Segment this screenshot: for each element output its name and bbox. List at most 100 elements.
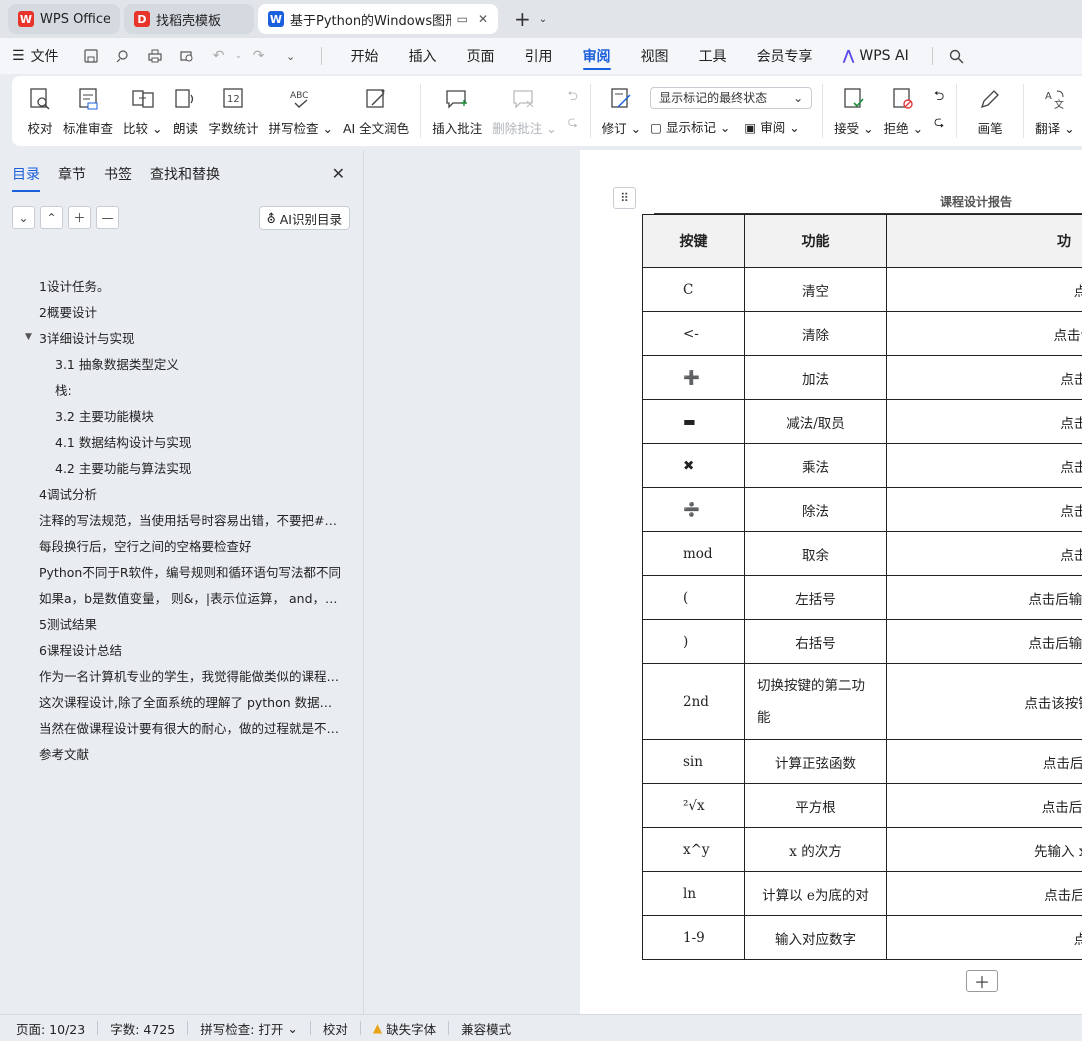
accept-button[interactable]: 接受 ⌄ (829, 81, 878, 141)
description-cell[interactable]: 点击后输入”)”,用于混 (886, 619, 1082, 664)
function-cell[interactable]: 除法 (744, 487, 887, 532)
word-count-indicator[interactable]: 字数: 4725 (110, 1019, 187, 1038)
key-cell[interactable]: ✖ (642, 443, 745, 488)
standard-review-button[interactable]: 标准审查 (58, 81, 118, 141)
function-cell[interactable]: 减法/取员 (744, 399, 887, 444)
function-cell[interactable]: 加法 (744, 355, 887, 400)
toc-item[interactable]: 6课程设计总结 (0, 636, 364, 662)
toc-item[interactable]: 注释的写法规范，当使用括号时容易出错，不要把#放在括号里 (0, 506, 364, 532)
proofread-button[interactable]: 校对 (22, 81, 58, 141)
key-cell[interactable]: ln (642, 871, 745, 916)
tab-wps-office[interactable]: W WPS Office (8, 4, 120, 34)
description-cell[interactable]: 点击后输入”(”,用于混 (886, 575, 1082, 620)
toc-item[interactable]: Python不同于R软件，编号规则和循环语句写法都不同 (0, 558, 364, 584)
save-icon[interactable] (83, 48, 99, 64)
key-cell[interactable]: <- (642, 311, 745, 356)
function-cell[interactable]: 乘法 (744, 443, 887, 488)
close-icon[interactable]: ✕ (332, 164, 345, 183)
function-cell[interactable]: 右括号 (744, 619, 887, 664)
function-cell[interactable]: 左括号 (744, 575, 887, 620)
expand-all-icon[interactable]: ⌄ (12, 206, 35, 229)
review-pane-button[interactable]: ▣ 审阅 ⌄ (744, 117, 799, 136)
compare-button[interactable]: 比较 ⌄ (118, 81, 167, 141)
menu-review[interactable]: 审阅 (568, 38, 626, 74)
description-cell[interactable]: 点击该 (886, 267, 1082, 312)
key-cell[interactable]: 2nd (642, 663, 745, 740)
key-cell[interactable]: ➕ (642, 355, 745, 400)
toc-item[interactable]: 每段换行后，空行之间的空格要检查好 (0, 532, 364, 558)
delete-comment-button[interactable]: 删除批注 ⌄ (487, 81, 561, 141)
toc-item[interactable]: 参考文献 (0, 740, 364, 766)
menu-tools[interactable]: 工具 (684, 38, 742, 74)
spell-check-status[interactable]: 拼写检查: 打开 ⌄ (200, 1019, 310, 1038)
function-cell[interactable]: 计算以 e为底的对 (744, 871, 887, 916)
function-cell[interactable]: 切换按键的第二功能 (744, 663, 887, 740)
insert-comment-button[interactable]: 插入批注 (427, 81, 487, 141)
key-cell[interactable]: C (642, 267, 745, 312)
key-cell[interactable]: ▬ (642, 399, 745, 444)
remove-heading-icon[interactable]: — (96, 206, 119, 229)
toc-item[interactable]: 这次课程设计,除了全面系统的理解了 python 数据结构的基本知识 (0, 688, 364, 714)
function-cell[interactable]: x 的次方 (744, 827, 887, 872)
description-cell[interactable]: 点击该键清除 (886, 311, 1082, 356)
key-cell[interactable]: ➗ (642, 487, 745, 532)
print-preview-icon[interactable] (179, 48, 195, 64)
nav-tab-find-replace[interactable]: 查找和替换 (150, 164, 220, 192)
description-cell[interactable]: 点击后输入 sqrt( (886, 783, 1082, 828)
key-cell[interactable]: x^y (642, 827, 745, 872)
ai-polish-button[interactable]: AI 全文润色 (338, 81, 414, 141)
menu-page[interactable]: 页面 (452, 38, 510, 74)
toc-item[interactable]: 栈: (0, 376, 364, 402)
key-cell[interactable]: ) (642, 619, 745, 664)
menu-member[interactable]: 会员专享 (742, 38, 828, 74)
revise-button[interactable]: 修订 ⌄ (597, 81, 646, 141)
nav-tab-toc[interactable]: 目录 (12, 164, 40, 192)
pen-button[interactable]: 画笔 (963, 81, 1017, 141)
file-menu[interactable]: ☰ 文件 (12, 46, 59, 66)
nav-tab-bookmarks[interactable]: 书签 (104, 164, 132, 192)
tab-templates[interactable]: D 找稻壳模板 (124, 4, 254, 34)
word-count-button[interactable]: 12 字数统计 (203, 81, 263, 141)
chevron-down-icon[interactable]: ⌄ (539, 14, 547, 25)
undo-dropdown-icon[interactable]: ⌄ (235, 48, 243, 64)
description-cell[interactable]: 点击后输入 (886, 443, 1082, 488)
function-cell[interactable]: 计算正弦函数 (744, 739, 887, 784)
function-cell[interactable]: 输入对应数字 (744, 915, 887, 960)
more-quick-icon[interactable]: ⌄ (283, 48, 299, 64)
description-cell[interactable]: 点击后输入 (886, 355, 1082, 400)
add-heading-icon[interactable]: ＋ (68, 206, 91, 229)
tab-document[interactable]: W 基于Python的Windows图形 ▭ ✕ (258, 4, 498, 34)
ai-toc-button[interactable]: ⛢ AI识别目录 (258, 206, 350, 230)
menu-view[interactable]: 视图 (626, 38, 684, 74)
read-aloud-button[interactable]: 朗读 (167, 81, 203, 141)
show-markup-button[interactable]: ▢ 显示标记 ⌄ (650, 117, 730, 136)
toc-item[interactable]: 4.1 数据结构设计与实现 (0, 428, 364, 454)
markup-state-select[interactable]: 显示标记的最终状态 ⌄ (650, 86, 813, 109)
print-icon[interactable] (147, 48, 163, 64)
toc-item[interactable]: 如果a，b是数值变量， 则&，|表示位运算， and，or表示逻辑运算 (0, 584, 364, 610)
page-indicator[interactable]: 页面: 10/23 (16, 1019, 97, 1038)
close-tab-icon[interactable]: ✕ (478, 12, 488, 26)
description-cell[interactable]: 点击后输入 (886, 399, 1082, 444)
key-cell[interactable]: sin (642, 739, 745, 784)
search-icon[interactable] (949, 48, 965, 64)
key-cell[interactable]: mod (642, 531, 745, 576)
menu-insert[interactable]: 插入 (394, 38, 452, 74)
nav-tab-sections[interactable]: 章节 (58, 164, 86, 192)
toc-item[interactable]: 当然在做课程设计要有很大的耐心，做的过程就是不断发现问题的过程 (0, 714, 364, 740)
toc-item[interactable]: 2概要设计 (0, 298, 364, 324)
description-cell[interactable]: 点击后输入 sin() (886, 739, 1082, 784)
description-cell[interactable]: 点击后 (886, 915, 1082, 960)
export-icon[interactable] (115, 48, 131, 64)
toc-item[interactable]: 作为一名计算机专业的学生，我觉得能做类似的课程设计是十分有意义的 (0, 662, 364, 688)
function-cell[interactable]: 平方根 (744, 783, 887, 828)
key-cell[interactable]: ²√x (642, 783, 745, 828)
toc-item[interactable]: 3.2 主要功能模块 (0, 402, 364, 428)
menu-home[interactable]: 开始 (336, 38, 394, 74)
description-cell[interactable]: 点击该按键，指数,对数 (886, 663, 1082, 740)
redo-icon[interactable]: ↷ (251, 48, 267, 64)
next-comment-icon[interactable]: ⮎ (564, 115, 582, 133)
description-cell[interactable]: 先输入 x，点击该键 (886, 827, 1082, 872)
undo-icon[interactable]: ↶ (211, 48, 227, 64)
function-cell[interactable]: 清空 (744, 267, 887, 312)
